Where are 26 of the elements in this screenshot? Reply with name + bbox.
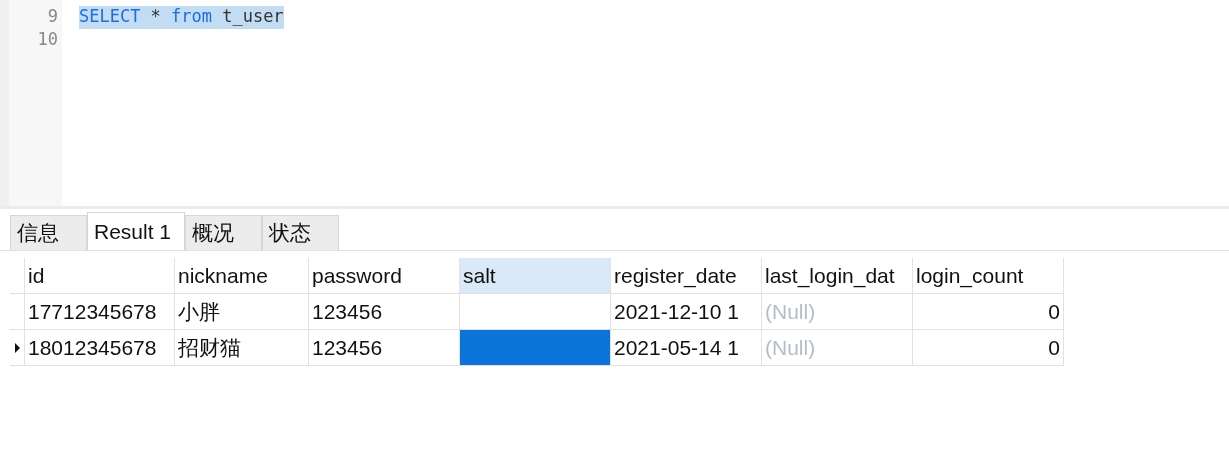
table-cell: 17712345678 [25,294,175,330]
column-header[interactable]: id [25,258,175,294]
column-header[interactable]: nickname [175,258,309,294]
table-cell: 小胖 [175,294,309,330]
result-tab[interactable]: Result 1 [87,212,185,250]
line-number: 9 [46,6,59,28]
table-cell: 0 [913,294,1064,330]
result-tab[interactable]: 信息 [10,215,87,250]
result-tab[interactable]: 状态 [262,215,339,250]
line-number: 10 [36,29,59,51]
row-selector[interactable] [10,330,25,366]
table-cell: (Null) [762,330,913,366]
column-header[interactable]: last_login_dat [762,258,913,294]
table-cell: 2021-12-10 1 [611,294,762,330]
header-corner [10,258,25,294]
result-tab[interactable]: 概况 [185,215,262,250]
table-cell: 123456 [309,294,460,330]
table-cell: 18012345678 [25,330,175,366]
table-cell: 0 [913,330,1064,366]
column-header[interactable]: salt [460,258,611,294]
current-row-icon [14,342,20,353]
column-header[interactable]: login_count [913,258,1064,294]
table-cell: 2021-05-14 1 [611,330,762,366]
table-cell: (Null) [762,294,913,330]
table-cell: 招财猫 [175,330,309,366]
column-header[interactable]: register_date [611,258,762,294]
